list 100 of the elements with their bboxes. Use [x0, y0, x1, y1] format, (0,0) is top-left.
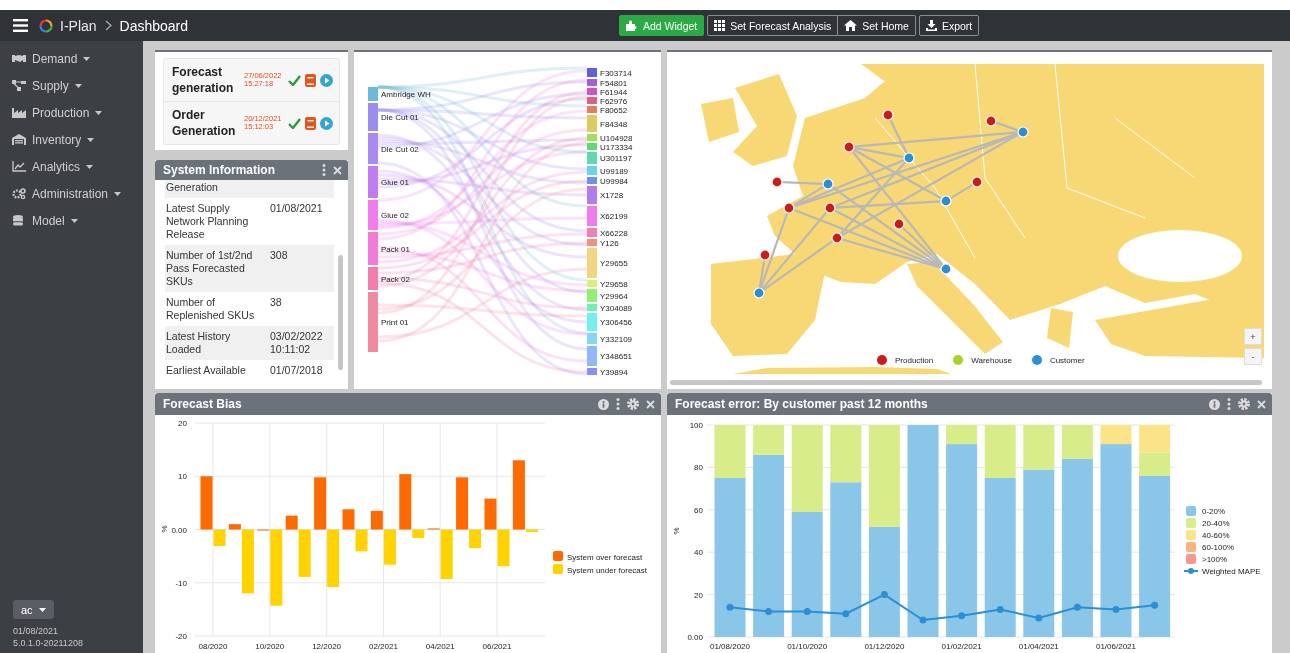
- axis-label: 06/2021: [482, 642, 512, 651]
- sidebar-item[interactable]: Model: [0, 207, 143, 234]
- legend-label: 0-20%: [1202, 507, 1226, 516]
- sidebar-item[interactable]: Analytics: [0, 153, 143, 180]
- caret-icon: [87, 137, 95, 142]
- legend-label: System over forecast: [567, 553, 643, 562]
- axis-label: 12/2020: [312, 642, 342, 651]
- info-icon[interactable]: [598, 398, 609, 410]
- axis-label: 04/2021: [425, 642, 455, 651]
- legend-label: Customer: [1049, 355, 1085, 365]
- mape-point: [1112, 605, 1120, 613]
- play-icon[interactable]: [320, 73, 333, 87]
- node-label: U173334: [600, 142, 633, 152]
- set-home-button[interactable]: Set Home: [838, 15, 916, 36]
- mape-point: [726, 603, 734, 611]
- caret-icon: [86, 164, 94, 169]
- node-label: U99189: [600, 166, 629, 176]
- sidebar-item[interactable]: Production: [0, 99, 143, 126]
- legend-label: Warehouse: [971, 355, 1012, 365]
- export-button[interactable]: Export: [918, 15, 980, 36]
- zoom-out-button[interactable]: -: [1244, 348, 1262, 365]
- play-icon[interactable]: [320, 116, 333, 130]
- axis-label: 08/2020: [198, 642, 228, 651]
- node-label: Ambridge WH: [381, 90, 431, 99]
- node-label: Y29655: [600, 259, 628, 268]
- axis-label: 02/2021: [368, 642, 398, 651]
- info-value: 03/02/2022 10:11:02: [269, 330, 324, 356]
- mape-point: [1073, 603, 1081, 611]
- axis-label: 01/12/2020: [864, 642, 905, 651]
- node-label: U104928: [600, 133, 633, 143]
- widget-title: Forecast error: By customer past 12 months: [675, 397, 928, 411]
- axis-label: 20: [178, 419, 187, 428]
- axis-title: %: [160, 525, 169, 533]
- node-label: Glue 02: [381, 211, 410, 220]
- settings-icon[interactable]: [627, 398, 639, 410]
- book-icon[interactable]: [305, 73, 316, 87]
- info-value: 01/08/2021: [269, 202, 323, 216]
- node-label: Y29964: [600, 291, 628, 301]
- node-label: F54801: [600, 78, 628, 88]
- forecast-analysis-button[interactable]: Set Forecast Analysis: [707, 15, 839, 36]
- more-icon[interactable]: [1227, 398, 1231, 410]
- more-icon[interactable]: [322, 164, 326, 176]
- gears-icon: [12, 188, 26, 199]
- widget-title: System Information: [163, 163, 276, 177]
- settings-icon[interactable]: [1238, 398, 1250, 410]
- info-label: Latest Supply Network Planning Release: [166, 202, 250, 241]
- chart-bar: [484, 498, 497, 530]
- factory-icon: [12, 107, 26, 118]
- axis-label: 0.00: [687, 633, 703, 642]
- axis-label: 01/02/2021: [941, 642, 982, 651]
- more-icon[interactable]: [616, 398, 620, 410]
- puzzle-icon: [626, 20, 638, 31]
- sidebar-item[interactable]: Administration: [0, 180, 143, 207]
- page-title: Dashboard: [119, 17, 189, 34]
- book-icon[interactable]: [305, 116, 316, 130]
- warehouse-icon: [12, 134, 26, 145]
- close-icon[interactable]: [646, 399, 655, 409]
- axis-title: %: [672, 527, 681, 535]
- node-label: Y348651: [600, 352, 633, 361]
- home-icon: [844, 20, 858, 31]
- scrollbar[interactable]: [670, 380, 1262, 385]
- node-label: Y29658: [600, 279, 628, 289]
- mape-point: [880, 591, 888, 599]
- axis-label: -20: [175, 632, 187, 641]
- node-label: Y126: [600, 238, 619, 248]
- caret-icon: [114, 191, 122, 196]
- mape-point: [958, 612, 966, 620]
- axis-label: 01/04/2021: [1018, 642, 1059, 651]
- mape-point: [765, 608, 773, 616]
- check-icon[interactable]: [288, 74, 301, 86]
- menu-icon[interactable]: [13, 19, 28, 32]
- axis-label: 80: [694, 463, 703, 473]
- axis-label: 01/10/2020: [787, 642, 828, 651]
- sidebar-item[interactable]: Demand: [0, 45, 143, 72]
- mape-point: [1151, 601, 1159, 609]
- node-label: F61944: [600, 87, 628, 97]
- info-label: Earliest Available: [166, 364, 247, 377]
- node-label: Y306456: [600, 318, 633, 327]
- caret-icon: [38, 607, 46, 612]
- node-label: U301197: [600, 154, 632, 163]
- axis-label: 20: [694, 590, 703, 600]
- close-icon[interactable]: [1257, 399, 1266, 409]
- legend-label: 60-100%: [1202, 543, 1235, 552]
- zoom-in-button[interactable]: +: [1244, 328, 1262, 345]
- info-icon[interactable]: [1209, 398, 1220, 410]
- user-menu-button[interactable]: ac: [13, 600, 54, 619]
- caret-icon: [83, 56, 91, 61]
- caret-icon: [70, 218, 78, 223]
- info-value: 38: [269, 296, 282, 310]
- close-icon[interactable]: [333, 165, 342, 175]
- axis-label: 100: [689, 421, 703, 430]
- job-title: Order Generation: [172, 107, 237, 139]
- node-label: Print 01: [381, 318, 409, 327]
- node-label: Glue 01: [381, 178, 410, 187]
- mape-point: [996, 605, 1004, 613]
- node-label: X1728: [600, 191, 624, 200]
- check-icon[interactable]: [288, 117, 301, 129]
- sidebar-item[interactable]: Inventory: [0, 126, 143, 153]
- info-value: 01/07/2018: [269, 364, 323, 377]
- sidebar-item[interactable]: Supply: [0, 72, 143, 99]
